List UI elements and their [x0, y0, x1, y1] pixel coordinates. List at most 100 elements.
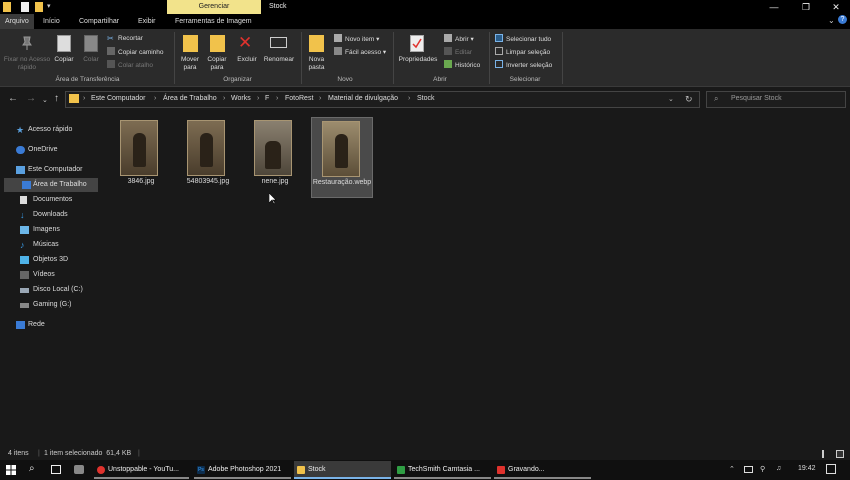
history-icon	[444, 60, 452, 68]
taskbar-item-recording[interactable]: Gravando...	[494, 461, 591, 479]
select-all-icon	[495, 34, 503, 42]
breadcrumb-stock[interactable]: Stock	[417, 95, 435, 102]
drive-icon	[20, 303, 29, 308]
nav-item-network[interactable]: Rede	[16, 318, 98, 332]
file-item[interactable]: 3846.jpg	[110, 117, 172, 197]
select-none-button[interactable]: Limpar seleção	[495, 47, 550, 57]
up-arrow-icon[interactable]: ↑	[54, 93, 59, 104]
close-button[interactable]: ✕	[821, 0, 850, 14]
network-icon[interactable]: ⚲	[760, 465, 765, 473]
nav-item-objects-3d[interactable]: Objetos 3D	[20, 253, 98, 267]
tray-app-icon[interactable]	[744, 466, 753, 473]
breadcrumb-material-de-divulgacao[interactable]: Material de divulgação	[328, 95, 398, 102]
nav-item-this-pc[interactable]: Este Computador	[16, 163, 98, 177]
move-to-button[interactable]: Mover para	[177, 56, 203, 72]
cut-button[interactable]: ✂ Recortar	[107, 34, 143, 43]
file-item[interactable]: nene.jpg	[244, 117, 306, 197]
breadcrumb-separator-icon: ›	[257, 95, 260, 102]
breadcrumb-f[interactable]: F	[265, 95, 269, 102]
contextual-tab-gerenciar[interactable]: Gerenciar	[167, 0, 261, 14]
recent-dropdown-icon[interactable]: ⌄	[42, 96, 48, 104]
copy-to-button[interactable]: Copiar para	[204, 56, 230, 72]
breadcrumb-fotorest[interactable]: FotoRest	[285, 95, 313, 102]
paste-shortcut-button[interactable]: Colar atalho	[107, 60, 153, 70]
windows-start-icon[interactable]	[6, 465, 16, 477]
breadcrumb-works[interactable]: Works	[231, 95, 251, 102]
film-icon	[20, 271, 29, 279]
new-folder-icon[interactable]	[35, 2, 43, 12]
thumbnail-figure	[335, 134, 348, 168]
file-item[interactable]: 54803945.jpg	[177, 117, 239, 197]
breadcrumb-area-de-trabalho[interactable]: Área de Trabalho	[163, 95, 217, 102]
help-icon[interactable]: ?	[838, 15, 847, 24]
star-icon: ★	[16, 125, 25, 135]
cloud-icon	[16, 146, 25, 154]
task-view-icon[interactable]	[51, 465, 61, 474]
photo-thumbnail	[187, 120, 225, 176]
large-icons-view-icon[interactable]	[836, 450, 844, 458]
nav-item-onedrive[interactable]: OneDrive	[16, 143, 98, 157]
nav-item-desktop[interactable]: Área de Trabalho	[4, 178, 98, 192]
collapse-ribbon-icon[interactable]: ⌄	[828, 16, 835, 25]
paste-button[interactable]: Colar	[78, 56, 104, 64]
photo-thumbnail	[120, 120, 158, 176]
copy-path-button[interactable]: Copiar caminho	[107, 47, 164, 57]
taskbar-item-stock[interactable]: Stock	[294, 461, 391, 479]
nav-item-videos[interactable]: Vídeos	[20, 268, 98, 282]
properties-button[interactable]: Propriedades	[395, 56, 441, 64]
tab-arquivo[interactable]: Arquivo	[0, 14, 34, 29]
nav-item-images[interactable]: Imagens	[20, 223, 98, 237]
group-label-new: Novo	[337, 76, 353, 83]
app-pinned-icon[interactable]	[74, 465, 84, 474]
file-item-selected[interactable]: Restauração.webp	[311, 117, 373, 198]
notifications-icon[interactable]	[826, 464, 836, 474]
search-icon[interactable]: ⌕	[29, 463, 35, 474]
easy-access-button[interactable]: Fácil acesso ▾	[334, 47, 386, 57]
invert-selection-button[interactable]: Inverter seleção	[495, 60, 552, 70]
file-name: Restauração.webp	[312, 179, 372, 186]
select-all-button[interactable]: Selecionar tudo	[495, 34, 551, 44]
taskbar-item-camtasia[interactable]: TechSmith Camtasia ...	[394, 461, 491, 479]
taskbar-item-photoshop[interactable]: Ps Adobe Photoshop 2021	[194, 461, 291, 479]
minimize-button[interactable]: —	[759, 0, 789, 14]
back-arrow-icon[interactable]: ←	[8, 93, 18, 104]
mouse-cursor-icon	[268, 192, 277, 207]
pin-quick-access-button[interactable]: Fixar no Acesso rápido	[2, 56, 52, 72]
delete-button[interactable]: Excluir	[233, 56, 261, 64]
nav-item-quick-access[interactable]: ★ Acesso rápido	[16, 123, 98, 137]
open-button[interactable]: Abrir ▾	[444, 34, 474, 44]
tab-compartilhar[interactable]: Compartilhar	[74, 14, 124, 29]
clock[interactable]: 19:42	[798, 465, 816, 472]
tray-expand-icon[interactable]: ⌃	[729, 465, 735, 473]
volume-icon[interactable]: ♫	[776, 465, 781, 472]
address-dropdown-icon[interactable]: ⌄	[668, 95, 674, 103]
tab-exibir[interactable]: Exibir	[133, 14, 161, 29]
group-label-open: Abrir	[433, 76, 447, 83]
taskbar-item-youtube[interactable]: Unstoppable - YouTu...	[94, 461, 189, 479]
nav-item-documents[interactable]: Documentos	[20, 193, 98, 207]
search-input[interactable]: Pesquisar Stock	[731, 95, 782, 102]
properties-icon[interactable]	[21, 2, 29, 12]
nav-item-local-disk[interactable]: Disco Local (C:)	[20, 283, 98, 297]
forward-arrow-icon[interactable]: →	[26, 93, 36, 104]
copy-button[interactable]: Copiar	[50, 56, 78, 64]
nav-item-downloads[interactable]: ↓ Downloads	[20, 208, 98, 222]
tab-ferramentas-de-imagem[interactable]: Ferramentas de Imagem	[170, 14, 257, 29]
breadcrumb-este-computador[interactable]: Este Computador	[91, 95, 145, 102]
details-view-icon[interactable]	[822, 450, 824, 458]
status-separator: |	[38, 450, 40, 457]
edit-button[interactable]: Editar	[444, 47, 472, 57]
nav-item-gaming-drive[interactable]: Gaming (G:)	[20, 298, 98, 312]
tab-inicio[interactable]: Início	[38, 14, 65, 29]
nav-item-music[interactable]: ♪ Músicas	[20, 238, 98, 252]
photoshop-icon: Ps	[197, 466, 205, 474]
refresh-icon[interactable]: ↻	[685, 94, 693, 105]
history-button[interactable]: Histórico	[444, 60, 480, 70]
maximize-button[interactable]: ❐	[791, 0, 821, 14]
new-item-button[interactable]: Novo item ▾	[334, 34, 379, 44]
pin-icon	[21, 36, 33, 50]
quick-access-dropdown-icon[interactable]: ▾	[47, 2, 51, 10]
network-icon	[16, 321, 25, 329]
new-folder-button[interactable]: Nova pasta	[303, 56, 330, 72]
rename-button[interactable]: Renomear	[260, 56, 298, 64]
